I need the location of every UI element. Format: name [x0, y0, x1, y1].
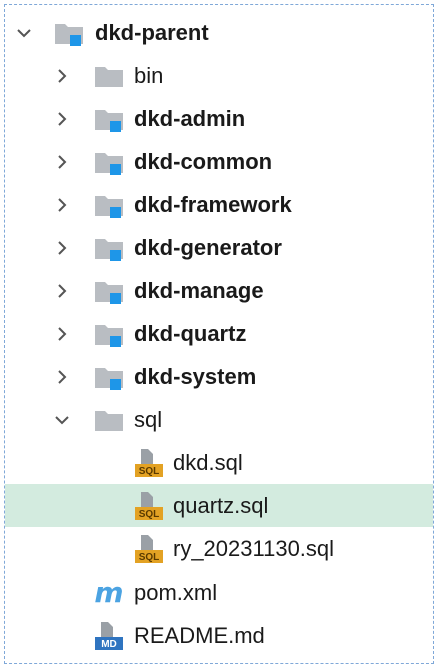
markdown-file-icon: MD	[93, 620, 125, 652]
module-folder-icon	[93, 232, 125, 264]
tree-row-dkd-common[interactable]: dkd-common	[5, 140, 433, 183]
sql-badge-text: SQL	[139, 552, 160, 563]
tree-label: ry_20231130.sql	[173, 535, 335, 561]
tree-row-bin[interactable]: bin	[5, 54, 433, 97]
tree-label: dkd-admin	[134, 105, 246, 131]
tree-label: dkd-parent	[95, 19, 209, 45]
folder-icon	[93, 60, 125, 92]
tree-row-dkd-system[interactable]: dkd-system	[5, 355, 433, 398]
tree-row-quartz-sql[interactable]: SQL quartz.sql	[5, 484, 433, 527]
tree-label: dkd-system	[134, 363, 257, 389]
tree-row-dkd-admin[interactable]: dkd-admin	[5, 97, 433, 140]
maven-icon: m	[93, 576, 125, 609]
tree-label: dkd-framework	[134, 191, 292, 217]
tree-row-dkd-generator[interactable]: dkd-generator	[5, 226, 433, 269]
tree-row-dkd-quartz[interactable]: dkd-quartz	[5, 312, 433, 355]
tree-label: sql	[134, 406, 163, 432]
md-badge-text: MD	[101, 639, 117, 650]
chevron-right-icon[interactable]	[53, 153, 71, 171]
tree-label: dkd-manage	[134, 277, 264, 303]
chevron-right-icon[interactable]	[53, 368, 71, 386]
chevron-right-icon[interactable]	[53, 282, 71, 300]
tree-row-dkd-sql[interactable]: SQL dkd.sql	[5, 441, 433, 484]
tree-row-pom-xml[interactable]: m pom.xml	[5, 571, 433, 614]
maven-glyph: m	[94, 577, 123, 609]
chevron-down-icon[interactable]	[53, 411, 71, 429]
module-folder-icon	[93, 318, 125, 350]
chevron-right-icon[interactable]	[53, 67, 71, 85]
chevron-right-icon[interactable]	[53, 196, 71, 214]
module-folder-icon	[93, 275, 125, 307]
chevron-right-icon[interactable]	[53, 110, 71, 128]
tree-label: dkd-generator	[134, 234, 282, 260]
chevron-right-icon[interactable]	[53, 239, 71, 257]
tree-row-readme-md[interactable]: MD README.md	[5, 614, 433, 657]
sql-badge-text: SQL	[139, 466, 160, 477]
tree-row-ry-sql[interactable]: SQL ry_20231130.sql	[5, 527, 433, 570]
sql-file-icon: SQL	[133, 533, 165, 565]
module-folder-icon	[93, 189, 125, 221]
tree-label: quartz.sql	[173, 492, 269, 518]
module-folder-icon	[53, 17, 85, 49]
folder-icon	[93, 404, 125, 436]
chevron-right-icon[interactable]	[53, 325, 71, 343]
tree-label: pom.xml	[134, 579, 218, 605]
sql-file-icon: SQL	[133, 447, 165, 479]
tree-label: README.md	[134, 622, 265, 648]
tree-row-sql[interactable]: sql	[5, 398, 433, 441]
project-tree-panel: dkd-parent bin dkd-admin dkd-common dkd-…	[4, 4, 434, 664]
tree-row-dkd-parent[interactable]: dkd-parent	[5, 11, 433, 54]
sql-file-icon: SQL	[133, 490, 165, 522]
tree-row-dkd-manage[interactable]: dkd-manage	[5, 269, 433, 312]
module-folder-icon	[93, 361, 125, 393]
tree-label: bin	[134, 62, 164, 88]
tree-row-dkd-framework[interactable]: dkd-framework	[5, 183, 433, 226]
tree-label: dkd.sql	[173, 449, 243, 475]
sql-badge-text: SQL	[139, 509, 160, 520]
tree-label: dkd-common	[134, 148, 273, 174]
module-folder-icon	[93, 103, 125, 135]
module-folder-icon	[93, 146, 125, 178]
chevron-down-icon[interactable]	[15, 24, 33, 42]
tree-label: dkd-quartz	[134, 320, 247, 346]
